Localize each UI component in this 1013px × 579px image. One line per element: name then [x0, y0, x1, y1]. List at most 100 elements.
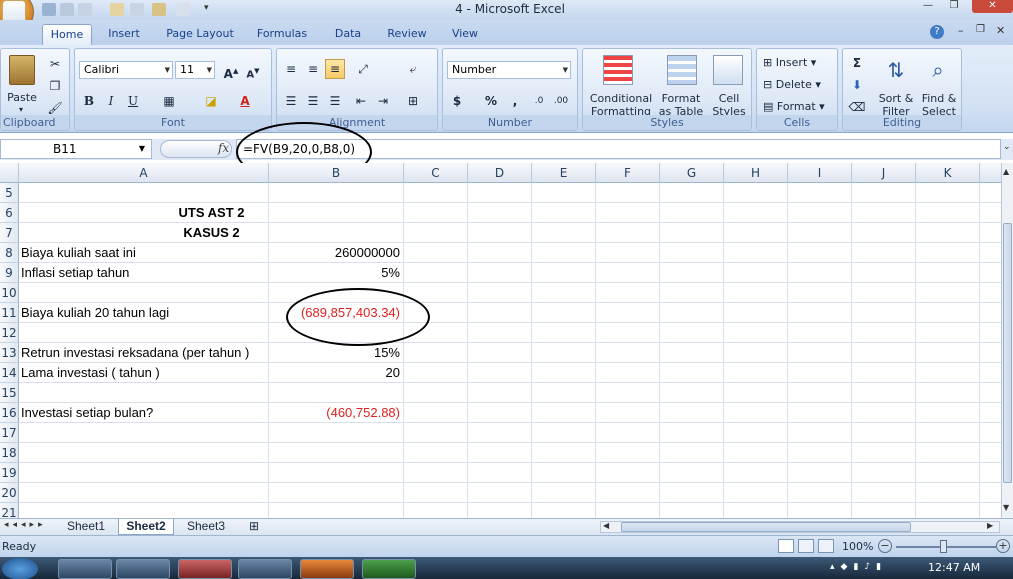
- zoom-out-icon[interactable]: −: [878, 539, 892, 553]
- find-select-label1[interactable]: Find &: [917, 92, 961, 105]
- worksheet-grid[interactable]: A B C D E F G H I J K 5 6 7 8 9 10 11 12: [0, 163, 1001, 518]
- help-icon[interactable]: ?: [930, 25, 944, 39]
- internet-explorer-icon[interactable]: [58, 559, 112, 579]
- sort-filter-icon[interactable]: ⇅: [881, 55, 911, 85]
- merge-center-icon[interactable]: ⊞: [403, 91, 423, 111]
- sheet-tab-3[interactable]: Sheet3: [180, 519, 232, 535]
- format-as-table-icon[interactable]: [667, 55, 697, 85]
- row-header-16[interactable]: 16: [0, 403, 19, 423]
- cell-b16[interactable]: (460,752.88): [269, 403, 403, 423]
- cell-a8[interactable]: Biaya kuliah saat ini: [21, 243, 267, 263]
- row-header-5[interactable]: 5: [0, 183, 19, 203]
- column-header-d[interactable]: D: [468, 163, 532, 183]
- tab-view[interactable]: View: [444, 24, 486, 45]
- middle-align-icon[interactable]: ≡: [303, 59, 323, 79]
- column-header-a[interactable]: A: [19, 163, 269, 183]
- app-icon-red[interactable]: [178, 559, 232, 579]
- sheet-tab-1[interactable]: Sheet1: [60, 519, 112, 535]
- row-header-9[interactable]: 9: [0, 263, 19, 283]
- undo-icon[interactable]: [60, 3, 74, 16]
- scroll-left-icon[interactable]: ◀: [603, 521, 609, 530]
- workbook-close-icon[interactable]: ✕: [996, 24, 1005, 37]
- fill-color-icon[interactable]: ◪: [201, 91, 221, 111]
- autosum-icon[interactable]: Σ: [847, 53, 867, 73]
- increase-indent-icon[interactable]: ⇥: [373, 91, 393, 111]
- start-icon[interactable]: [2, 558, 38, 579]
- redo-icon[interactable]: [78, 3, 92, 16]
- cell-a16[interactable]: Investasi setiap bulan?: [21, 403, 267, 423]
- shrink-font-icon[interactable]: A▼: [243, 61, 263, 81]
- tab-formulas[interactable]: Formulas: [250, 24, 314, 45]
- top-align-icon[interactable]: ≡: [281, 59, 301, 79]
- font-color-icon[interactable]: A: [235, 91, 255, 111]
- align-right-icon[interactable]: ☰: [325, 91, 345, 111]
- open-icon[interactable]: [110, 3, 124, 16]
- align-left-icon[interactable]: ☰: [281, 91, 301, 111]
- paste-icon[interactable]: [9, 55, 35, 85]
- tray-icons[interactable]: ▴◆▮♪▮: [830, 562, 887, 572]
- font-size-select[interactable]: 11 ▼: [175, 61, 215, 79]
- column-header-e[interactable]: E: [532, 163, 596, 183]
- column-header-i[interactable]: I: [788, 163, 852, 183]
- column-header-j[interactable]: J: [852, 163, 916, 183]
- cell-styles-icon[interactable]: [713, 55, 743, 85]
- customize-qa-icon[interactable]: ▾: [204, 3, 209, 13]
- vertical-scrollbar[interactable]: ▲ ▼: [1001, 163, 1013, 518]
- cell-b13[interactable]: 15%: [269, 343, 403, 363]
- row-header-7[interactable]: 7: [0, 223, 19, 243]
- tab-review[interactable]: Review: [380, 24, 434, 45]
- row-header-11[interactable]: 11: [0, 303, 19, 323]
- page-layout-view-icon[interactable]: [798, 539, 814, 553]
- scroll-right-icon[interactable]: ▶: [987, 521, 993, 530]
- cell-a6[interactable]: UTS AST 2: [20, 203, 403, 223]
- document-icon[interactable]: [176, 3, 190, 16]
- fill-icon[interactable]: ⬇: [847, 75, 867, 95]
- cell-a7[interactable]: KASUS 2: [20, 223, 403, 243]
- cell-b14[interactable]: 20: [269, 363, 403, 383]
- bottom-align-icon[interactable]: ≡: [325, 59, 345, 79]
- row-header-19[interactable]: 19: [0, 463, 19, 483]
- wrap-text-icon[interactable]: ⤶: [403, 59, 423, 79]
- horizontal-scrollbar[interactable]: ◀ ▶: [600, 521, 1000, 533]
- cell-b9[interactable]: 5%: [269, 263, 403, 283]
- row-header-12[interactable]: 12: [0, 323, 19, 343]
- orientation-icon[interactable]: ⤢: [353, 59, 373, 79]
- vertical-scroll-thumb[interactable]: [1003, 223, 1012, 483]
- delete-cells-button[interactable]: ⊟ Delete ▾: [763, 75, 821, 95]
- decrease-indent-icon[interactable]: ⇤: [351, 91, 371, 111]
- expand-formula-bar-icon[interactable]: ⌄: [1003, 142, 1011, 152]
- firefox-icon[interactable]: [300, 559, 354, 579]
- column-header-g[interactable]: G: [660, 163, 724, 183]
- tab-data[interactable]: Data: [326, 24, 370, 45]
- select-all-corner[interactable]: [0, 163, 19, 183]
- format-painter-qa-icon[interactable]: [152, 3, 166, 16]
- comma-icon[interactable]: ,: [505, 91, 525, 111]
- currency-icon[interactable]: $: [447, 91, 467, 111]
- excel-taskbar-icon[interactable]: [362, 559, 416, 579]
- sheet-nav-icon[interactable]: ◂◂◂▸▸: [4, 520, 47, 530]
- bold-icon[interactable]: B: [79, 91, 99, 111]
- italic-icon[interactable]: I: [101, 91, 121, 111]
- cell-a14[interactable]: Lama investasi ( tahun ): [21, 363, 267, 383]
- file-explorer-icon[interactable]: [116, 559, 170, 579]
- print-preview-icon[interactable]: [130, 3, 144, 16]
- clear-icon[interactable]: ⌫: [847, 97, 867, 117]
- row-header-14[interactable]: 14: [0, 363, 19, 383]
- cell-styles-label1[interactable]: Cell: [709, 92, 749, 105]
- sheet-tab-2[interactable]: Sheet2: [118, 519, 174, 535]
- normal-view-icon[interactable]: [778, 539, 794, 553]
- ribbon-minimize-icon[interactable]: –: [958, 24, 964, 37]
- horizontal-scroll-thumb[interactable]: [621, 522, 911, 532]
- row-header-15[interactable]: 15: [0, 383, 19, 403]
- insert-cells-button[interactable]: ⊞ Insert ▾: [763, 53, 816, 73]
- zoom-in-icon[interactable]: +: [996, 539, 1010, 553]
- format-as-table-label1[interactable]: Format: [655, 92, 707, 105]
- page-break-view-icon[interactable]: [818, 539, 834, 553]
- insert-sheet-icon[interactable]: ⊞: [242, 519, 266, 535]
- percent-icon[interactable]: %: [481, 91, 501, 111]
- format-cells-button[interactable]: ▤ Format ▾: [763, 97, 825, 117]
- borders-icon[interactable]: ▦: [159, 91, 179, 111]
- grow-font-icon[interactable]: A▲: [221, 61, 241, 81]
- row-header-8[interactable]: 8: [0, 243, 19, 263]
- column-header-f[interactable]: F: [596, 163, 660, 183]
